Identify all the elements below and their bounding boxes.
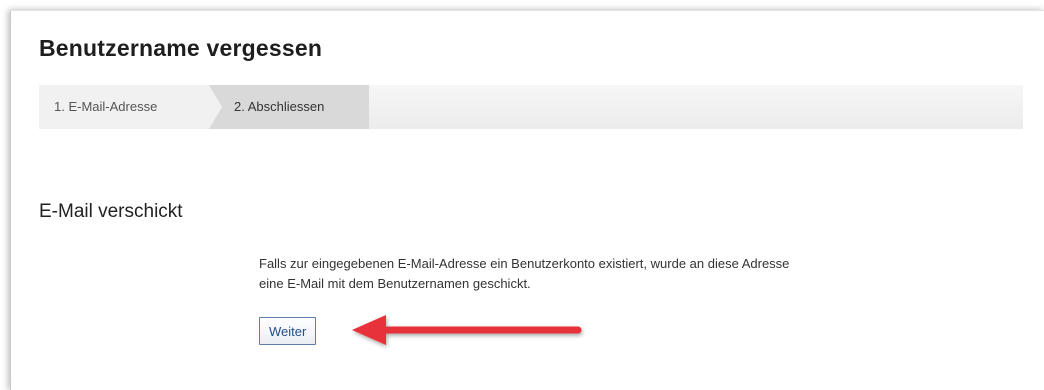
- section-heading: E-Mail verschickt: [39, 201, 183, 222]
- red-arrow-icon: [352, 315, 582, 345]
- wizard-stepper: 1. E-Mail-Adresse 2. Abschliessen: [39, 85, 1023, 129]
- page-title: Benutzername vergessen: [39, 35, 323, 61]
- content-panel: Benutzername vergessen 1. E-Mail-Adresse…: [10, 10, 1044, 390]
- weiter-button[interactable]: Weiter: [259, 317, 317, 345]
- confirmation-message-line-1: Falls zur eingegebenen E-Mail-Adresse ei…: [259, 256, 790, 271]
- confirmation-message-line-2: eine E-Mail mit dem Benutzernamen geschi…: [259, 276, 531, 291]
- step-email-address: 1. E-Mail-Adresse: [39, 85, 209, 129]
- step-finish-active: 2. Abschliessen: [209, 85, 369, 129]
- confirmation-message: Falls zur eingegebenen E-Mail-Adresse ei…: [259, 254, 959, 294]
- step-separator-arrow-icon: [209, 85, 222, 129]
